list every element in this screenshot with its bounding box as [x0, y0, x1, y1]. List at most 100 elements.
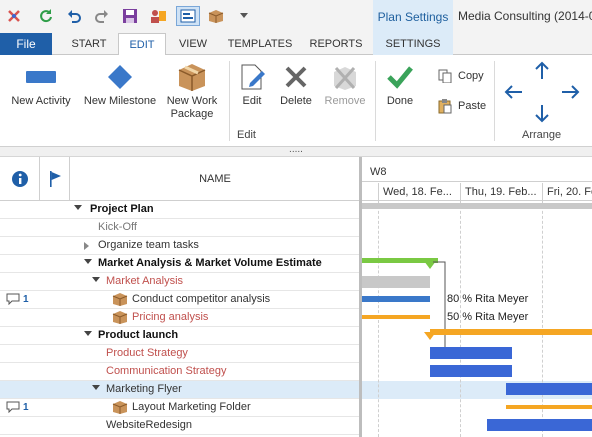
- comment-count: 1: [23, 293, 29, 305]
- info-column-header[interactable]: [0, 157, 40, 201]
- collapse-toggle-icon[interactable]: [84, 331, 92, 336]
- work-package-icon: [112, 310, 128, 328]
- view-icon[interactable]: [176, 6, 200, 26]
- communication-strategy-bar[interactable]: [430, 365, 512, 377]
- marketing-flyer-bar[interactable]: [506, 383, 592, 395]
- website-redesign-bar[interactable]: [487, 419, 592, 431]
- flag-column-header[interactable]: [40, 157, 70, 201]
- refresh-icon[interactable]: [36, 6, 56, 26]
- task-row[interactable]: 1 Conduct competitor analysis: [0, 291, 360, 309]
- task-row[interactable]: Marketing Flyer: [0, 381, 360, 399]
- paste-button[interactable]: Paste: [436, 98, 486, 114]
- task-row[interactable]: Market Analysis: [0, 273, 360, 291]
- remove-label: Remove: [324, 95, 366, 107]
- arrange-arrows: [500, 59, 584, 125]
- edit-label: Edit: [242, 95, 262, 107]
- product-launch-summary-bar[interactable]: [430, 329, 592, 335]
- new-activity-button[interactable]: New Activity: [8, 59, 74, 108]
- collapse-toggle-icon[interactable]: [84, 259, 92, 264]
- task-name: Layout Marketing Folder: [132, 401, 251, 413]
- save-icon[interactable]: [120, 6, 140, 26]
- tab-templates[interactable]: TEMPLATES: [222, 33, 298, 55]
- summary-start-marker: [424, 332, 436, 340]
- work-package-icon: [178, 64, 206, 91]
- comment-indicator[interactable]: 1: [6, 293, 29, 305]
- delete-button[interactable]: Delete: [276, 59, 316, 108]
- competitor-analysis-bar[interactable]: [362, 296, 430, 302]
- quick-access-toolbar: Plan Settings Media Consulting (2014-005: [0, 0, 592, 33]
- task-name: Product Strategy: [106, 347, 188, 359]
- arrow-down-icon: [535, 105, 549, 123]
- comment-indicator[interactable]: 1: [6, 401, 29, 413]
- resources-icon[interactable]: [148, 6, 168, 26]
- task-name: Project Plan: [90, 203, 154, 215]
- copy-icon: [436, 68, 454, 84]
- task-row[interactable]: Project Plan: [0, 201, 360, 219]
- work-package-icon: [112, 292, 128, 310]
- collapse-toggle-icon[interactable]: [74, 205, 82, 210]
- tab-reports[interactable]: REPORTS: [303, 33, 369, 55]
- paste-icon: [436, 98, 454, 114]
- flag-icon: [49, 171, 61, 187]
- checkmark-icon: [387, 66, 413, 89]
- task-row[interactable]: Organize team tasks: [0, 237, 360, 255]
- remove-button[interactable]: Remove: [322, 59, 368, 108]
- tab-settings[interactable]: SETTINGS: [373, 33, 453, 55]
- ribbon-separator: [229, 61, 230, 141]
- task-row[interactable]: Pricing analysis: [0, 309, 360, 327]
- done-label: Done: [386, 95, 414, 107]
- task-row[interactable]: Product launch: [0, 327, 360, 345]
- delete-x-icon: [285, 66, 307, 88]
- pricing-bar-label: 50 % Rita Meyer: [447, 311, 529, 323]
- package-icon[interactable]: [206, 6, 226, 26]
- tab-file[interactable]: File: [0, 33, 52, 55]
- new-activity-label: New Activity: [11, 95, 71, 107]
- day-header-thu: Thu, 19. Feb...: [460, 183, 542, 201]
- comment-icon: [6, 401, 20, 413]
- comment-count: 1: [23, 401, 29, 413]
- ribbon-separator: [494, 61, 495, 141]
- milestone-diamond-icon: [108, 65, 132, 89]
- task-row[interactable]: Communication Strategy: [0, 363, 360, 381]
- tab-edit[interactable]: EDIT: [118, 33, 166, 56]
- new-milestone-button[interactable]: New Milestone: [82, 59, 158, 108]
- task-row[interactable]: Kick-Off: [0, 219, 360, 237]
- market-analysis-bar[interactable]: [362, 276, 430, 288]
- task-row[interactable]: Market Analysis & Market Volume Estimate: [0, 255, 360, 273]
- info-icon: [11, 171, 28, 187]
- task-row[interactable]: Product Strategy: [0, 345, 360, 363]
- layout-folder-bar[interactable]: [506, 405, 592, 409]
- product-strategy-bar[interactable]: [430, 347, 512, 359]
- ribbon-collapse-grip[interactable]: .....: [0, 145, 592, 157]
- new-work-package-label-1: New Work: [166, 95, 218, 107]
- competitor-bar-label: 80 % Rita Meyer: [447, 293, 529, 305]
- tab-start[interactable]: START: [62, 33, 116, 55]
- collapse-toggle-icon[interactable]: [92, 385, 100, 390]
- expand-toggle-icon[interactable]: [84, 242, 89, 250]
- comment-icon: [6, 293, 20, 305]
- task-row[interactable]: WebsiteRedesign: [0, 417, 360, 435]
- dependency-arrow-icon: [433, 261, 449, 356]
- name-column-header[interactable]: NAME: [70, 157, 360, 201]
- new-work-package-button[interactable]: New Work Package: [162, 59, 222, 121]
- collapse-toggle-icon[interactable]: [92, 277, 100, 282]
- edit-document-icon: [241, 64, 265, 90]
- pricing-analysis-bar[interactable]: [362, 315, 430, 319]
- undo-icon[interactable]: [64, 6, 84, 26]
- week-label: W8: [370, 166, 387, 178]
- day-header-wed: Wed, 18. Fe...: [378, 183, 460, 201]
- project-summary-bar[interactable]: [362, 203, 592, 209]
- done-button[interactable]: Done: [382, 59, 418, 108]
- app-icon[interactable]: [4, 6, 24, 26]
- task-row[interactable]: 1 Layout Marketing Folder: [0, 399, 360, 417]
- copy-button[interactable]: Copy: [436, 68, 484, 84]
- edit-button[interactable]: Edit: [234, 59, 270, 108]
- redo-icon[interactable]: [92, 6, 112, 26]
- group-label-arrange: Arrange: [522, 129, 562, 141]
- customize-dropdown-icon[interactable]: [234, 6, 254, 26]
- grid-header: NAME: [0, 157, 361, 201]
- paste-label: Paste: [458, 100, 487, 112]
- context-tab-plan-settings[interactable]: Plan Settings: [373, 0, 453, 33]
- task-name: Communication Strategy: [106, 365, 227, 377]
- tab-view[interactable]: VIEW: [168, 33, 218, 55]
